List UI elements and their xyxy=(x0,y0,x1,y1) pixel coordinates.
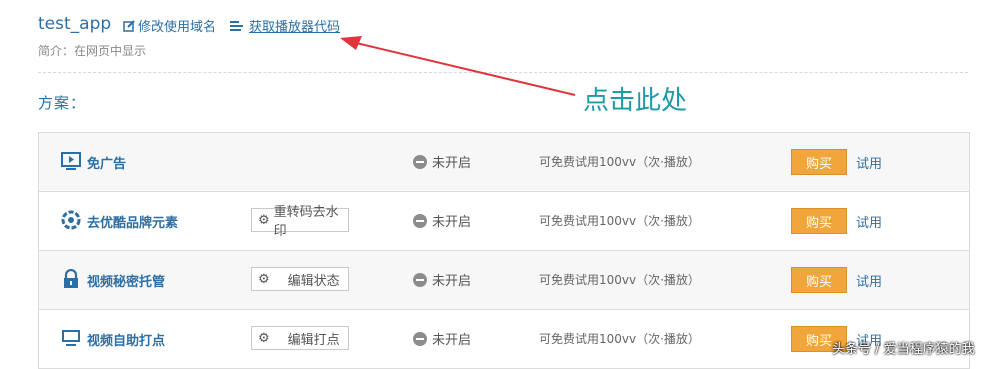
trial-note: 可免费试用100vv（次·播放） xyxy=(539,273,700,287)
feature-name: 视频秘密托管 xyxy=(87,275,166,290)
status-label: 未开启 xyxy=(432,333,472,348)
annotation-text: 点击此处 xyxy=(583,86,688,116)
action-button[interactable]: ⚙ 编辑打点 xyxy=(251,326,349,350)
action-label: 编辑状态 xyxy=(287,273,340,289)
status-label: 未开启 xyxy=(432,215,472,230)
try-link[interactable]: 试用 xyxy=(856,271,882,290)
gear-icon: ⚙ xyxy=(258,330,270,346)
disabled-icon xyxy=(413,154,427,169)
play-screen-icon xyxy=(61,152,81,170)
action-label: 重转码去水印 xyxy=(273,205,339,239)
action-button[interactable]: ⚙ 编辑状态 xyxy=(251,267,349,291)
status-label: 未开启 xyxy=(432,274,472,289)
status: 未开启 xyxy=(413,211,471,230)
shutter-icon xyxy=(61,210,81,230)
disabled-icon xyxy=(413,272,427,287)
table-row: 视频自助打点 ⚙ 编辑打点 未开启 可免费试用100vv（次·播放） 购买 试用 xyxy=(39,310,969,368)
disabled-icon xyxy=(413,213,427,228)
gear-icon: ⚙ xyxy=(258,271,270,287)
disabled-icon xyxy=(413,331,427,346)
status: 未开启 xyxy=(413,270,471,289)
try-link[interactable]: 试用 xyxy=(856,212,882,231)
table-row: 去优酷品牌元素 ⚙ 重转码去水印 未开启 可免费试用100vv（次·播放） 购买… xyxy=(39,192,969,251)
buy-button[interactable]: 购买 xyxy=(791,267,847,293)
lock-icon xyxy=(64,269,78,288)
feature-name: 去优酷品牌元素 xyxy=(87,216,179,231)
feature-name: 免广告 xyxy=(87,157,127,172)
trial-note: 可免费试用100vv（次·播放） xyxy=(539,155,700,169)
feature-name: 视频自助打点 xyxy=(87,334,166,349)
plans-table: 免广告 未开启 可免费试用100vv（次·播放） 购买 试用 去优酷品牌元素 ⚙… xyxy=(38,132,970,369)
action-label: 编辑打点 xyxy=(287,332,340,348)
table-row: 视频秘密托管 ⚙ 编辑状态 未开启 可免费试用100vv（次·播放） 购买 试用 xyxy=(39,251,969,310)
trial-note: 可免费试用100vv（次·播放） xyxy=(539,214,700,228)
action-button[interactable]: ⚙ 重转码去水印 xyxy=(251,205,349,239)
gear-icon: ⚙ xyxy=(258,212,270,228)
table-row: 免广告 未开启 可免费试用100vv（次·播放） 购买 试用 xyxy=(39,133,969,192)
buy-button[interactable]: 购买 xyxy=(791,149,847,175)
trial-note: 可免费试用100vv（次·播放） xyxy=(539,332,700,346)
status-label: 未开启 xyxy=(432,156,472,171)
buy-button[interactable]: 购买 xyxy=(791,208,847,234)
status: 未开启 xyxy=(413,329,471,348)
status: 未开启 xyxy=(413,152,471,171)
monitor-icon xyxy=(62,330,80,346)
watermark: 头条号 / 爱当程序猿的我 xyxy=(832,342,975,357)
try-link[interactable]: 试用 xyxy=(856,153,882,172)
